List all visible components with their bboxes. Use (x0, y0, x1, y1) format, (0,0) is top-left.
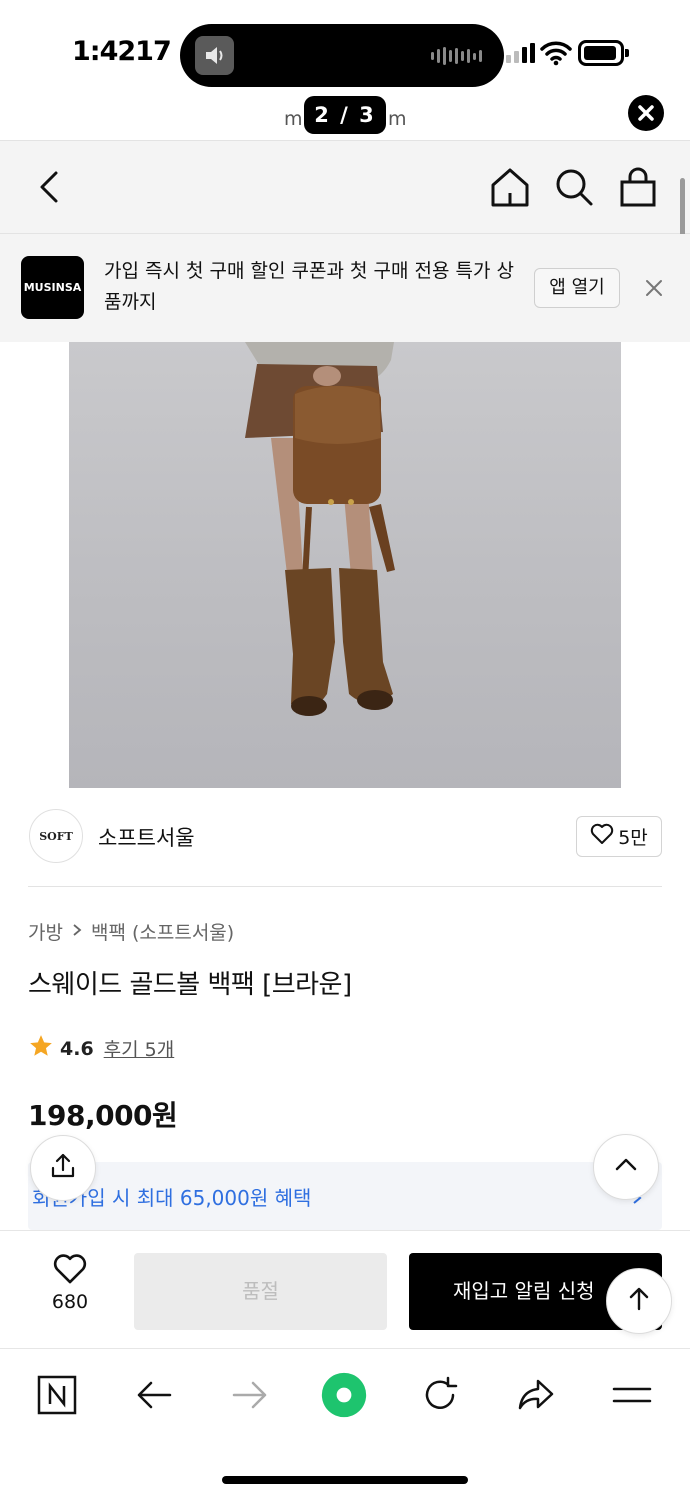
audio-wave-icon (431, 46, 482, 66)
brand-like-count: 5만 (618, 827, 648, 849)
share-icon (48, 1151, 78, 1185)
product-price: 198,000원 (28, 1099, 178, 1132)
scroll-top-button[interactable] (606, 1268, 672, 1334)
status-time: 1:4217 (72, 36, 172, 67)
wishlist-button[interactable]: 680 (40, 1253, 100, 1313)
promo-banner: MUSINSA 가입 즉시 첫 구매 할인 쿠폰과 첫 구매 전용 특가 상품까… (0, 234, 690, 342)
cart-icon[interactable] (616, 165, 660, 209)
musinsa-logo: MUSINSA (21, 256, 84, 319)
breadcrumb-chevron-icon (71, 921, 83, 943)
chevron-up-icon (611, 1150, 641, 1184)
naver-n-icon[interactable] (33, 1371, 81, 1419)
reviews-link[interactable]: 후기 5개 (104, 1035, 175, 1062)
breadcrumb-category[interactable]: 가방 (28, 918, 63, 945)
product-rating: 4.6 후기 5개 (28, 1033, 174, 1064)
soldout-button: 품절 (134, 1253, 387, 1330)
rating-score: 4.6 (60, 1037, 94, 1060)
collapse-button[interactable] (593, 1134, 659, 1200)
brand-like-button[interactable]: 5만 (576, 816, 662, 857)
member-benefit-banner[interactable]: 회원가입 시 최대 65,000원 혜택 (28, 1162, 662, 1230)
arrow-up-icon (624, 1284, 654, 1318)
heart-icon (590, 823, 614, 850)
sound-icon (195, 36, 234, 75)
arrow-left-icon[interactable] (130, 1371, 178, 1419)
battery-icon (578, 40, 629, 66)
app-open-button[interactable]: 앱 열기 (534, 268, 620, 308)
heart-icon (52, 1254, 88, 1289)
brand-name[interactable]: 소프트서울 (98, 822, 195, 852)
url-fragment-right: m (388, 108, 407, 130)
wishlist-count: 680 (51, 1291, 89, 1313)
promo-close-icon[interactable] (640, 274, 668, 302)
url-fragment-left: m (284, 108, 303, 130)
breadcrumb: 가방 백팩 (소프트서울) (28, 918, 234, 945)
browser-toolbar (0, 1348, 690, 1500)
breadcrumb-subcategory[interactable]: 백팩 (소프트서울) (91, 918, 234, 945)
divider (28, 886, 662, 887)
wifi-icon (540, 40, 572, 70)
share-button[interactable] (30, 1135, 96, 1201)
product-title: 스웨이드 골드볼 백팩 [브라운] (28, 970, 352, 1000)
close-icon[interactable] (628, 95, 664, 131)
home-icon[interactable] (488, 165, 532, 209)
page-indicator: 2 / 3 (304, 96, 386, 134)
star-icon (28, 1033, 54, 1064)
signal-icon (506, 43, 535, 63)
refresh-icon[interactable] (416, 1371, 464, 1419)
product-image[interactable] (69, 342, 621, 788)
brand-logo[interactable]: SOFT (29, 809, 83, 863)
purchase-bar: 680 품절 재입고 알림 신청 (0, 1230, 690, 1348)
home-indicator[interactable] (222, 1476, 468, 1484)
status-bar: 1:4217 (0, 0, 690, 100)
brand-row[interactable]: SOFT 소프트서울 5만 (0, 788, 690, 886)
forward-share-icon[interactable] (512, 1371, 560, 1419)
dynamic-island (180, 24, 504, 87)
green-dot-icon[interactable] (320, 1371, 368, 1419)
app-header (0, 140, 690, 234)
product-image-area (0, 342, 690, 788)
menu-icon[interactable] (608, 1371, 656, 1419)
search-icon[interactable] (552, 165, 596, 209)
promo-text: 가입 즉시 첫 구매 할인 쿠폰과 첫 구매 전용 특가 상품까지 (104, 260, 514, 313)
arrow-right-icon[interactable] (226, 1371, 274, 1419)
back-icon[interactable] (28, 165, 72, 209)
